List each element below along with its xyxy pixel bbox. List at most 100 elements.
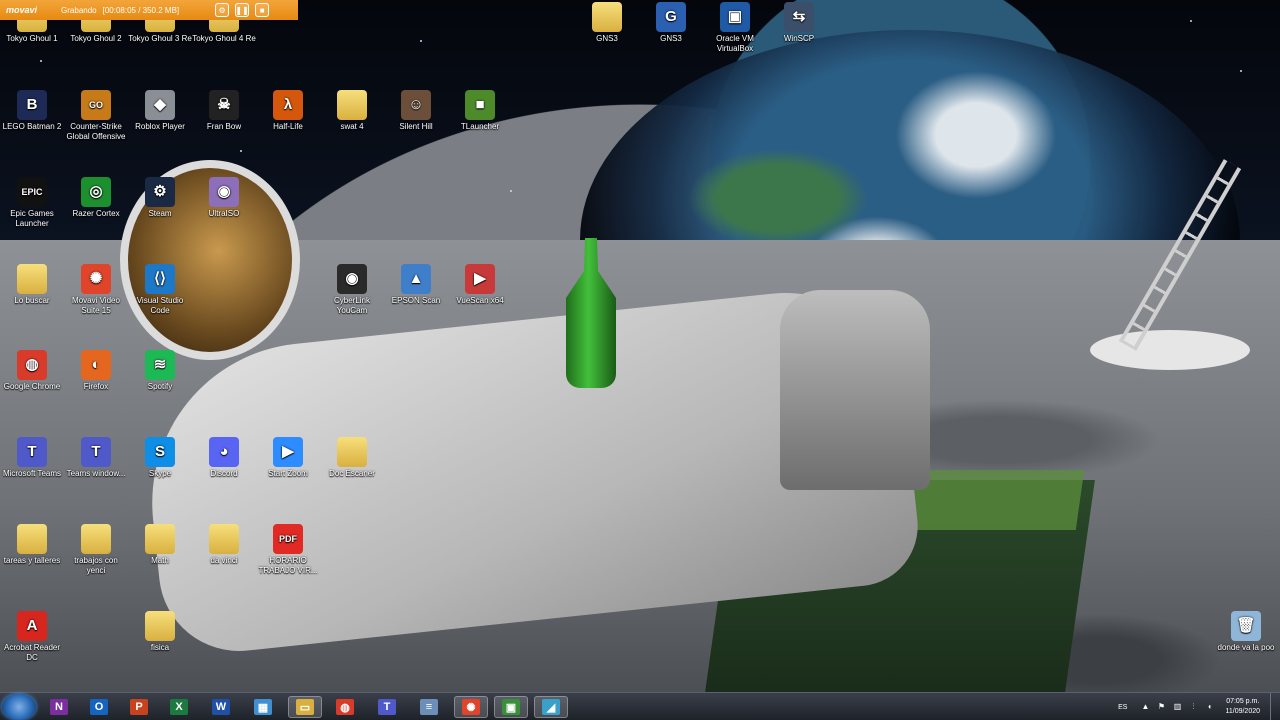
desktop-icon-tareas-y-talleres[interactable]: tareas y talleres: [0, 524, 64, 566]
desktop-icon-fisica[interactable]: fisica: [128, 611, 192, 653]
action-center-icon[interactable]: ⚑: [1155, 702, 1167, 712]
desktop-icon-razer-cortex[interactable]: ◎ Razer Cortex: [64, 177, 128, 219]
taskbar-control-panel[interactable]: ▦: [246, 696, 280, 718]
desktop-icon-label: CyberLink YouCam: [333, 296, 370, 315]
desktop-icon-firefox[interactable]: ◐ Firefox: [64, 350, 128, 392]
desktop-icon-silent-hill[interactable]: ☺ Silent Hill: [384, 90, 448, 132]
show-desktop-button[interactable]: [1270, 693, 1280, 720]
vuescan-icon: ▶: [465, 264, 495, 294]
desktop-icon-horario-trabajo[interactable]: PDF HORARIO TRABAJO VIR...: [256, 524, 320, 576]
desktop-icon-label: Razer Cortex: [72, 209, 120, 218]
notepad-icon: ≡: [420, 699, 438, 715]
settings-icon[interactable]: ⚙: [215, 3, 230, 17]
desktop-icon-label: Doc Escaner: [329, 469, 375, 478]
desktop-icon-epic-games-launcher[interactable]: EPIC Epic Games Launcher: [0, 177, 64, 229]
desktop-icon-spotify[interactable]: ≋ Spotify: [128, 350, 192, 392]
star: [240, 150, 242, 152]
taskbar-word[interactable]: W: [204, 696, 238, 718]
skype-icon: S: [145, 437, 175, 467]
desktop-icon-visual-studio-code[interactable]: ⟨⟩ Visual Studio Code: [128, 264, 192, 316]
taskbar-file-explorer[interactable]: ▭: [288, 696, 322, 718]
desktop-icon-winscp[interactable]: ⇆ WinSCP: [767, 2, 831, 44]
desktop-icon-swat-4[interactable]: swat 4: [320, 90, 384, 132]
desktop-icon-fran-bow[interactable]: ☠ Fran Bow: [192, 90, 256, 132]
onenote-icon: N: [50, 699, 68, 715]
clock[interactable]: 07:05 p.m. 11/09/2020: [1225, 697, 1260, 717]
taskbar-outlook[interactable]: O: [82, 696, 116, 718]
pause-icon[interactable]: ❚❚: [235, 3, 250, 17]
desktop-icon-movavi-video-suite[interactable]: ✺ Movavi Video Suite 15: [64, 264, 128, 316]
taskbar-excel[interactable]: X: [162, 696, 196, 718]
desktop-icon-donde-va-la-popo[interactable]: 🗑 donde va la poo: [1214, 611, 1278, 653]
desktop-icon-da-vinci[interactable]: da vinci: [192, 524, 256, 566]
taskbar-notepad[interactable]: ≡: [412, 696, 446, 718]
desktop-icon-google-chrome[interactable]: ◍ Google Chrome: [0, 350, 64, 392]
desktop-icon-vuescan[interactable]: ▶ VueScan x64: [448, 264, 512, 306]
desktop-icon-label: Movavi Video Suite 15: [72, 296, 120, 315]
desktop-icon-start-zoom[interactable]: ▶ Start Zoom: [256, 437, 320, 479]
desktop-icon-lego-batman-2[interactable]: B LEGO Batman 2: [0, 90, 64, 132]
show-hidden-icons[interactable]: ▲: [1139, 702, 1151, 712]
microsoft-teams-icon: T: [17, 437, 47, 467]
teams-icon: T: [378, 699, 396, 715]
desktop-icon-label: Epic Games Launcher: [10, 209, 54, 228]
acrobat-reader-dc-icon: A: [17, 611, 47, 641]
desktop-icon-skype[interactable]: S Skype: [128, 437, 192, 479]
desktop-icon-gns3-app[interactable]: G GNS3: [639, 2, 703, 44]
silent-hill-icon: ☺: [401, 90, 431, 120]
taskbar-powerpoint[interactable]: P: [122, 696, 156, 718]
lego-batman-2-icon: B: [17, 90, 47, 120]
system-tray: ES ▲ ⚑ ▥ ⫶ ◖ 07:05 p.m. 11/09/2020: [1118, 693, 1280, 720]
desktop-icon-microsoft-teams[interactable]: T Microsoft Teams: [0, 437, 64, 479]
desktop-icon-label: Teams window...: [66, 469, 126, 478]
network-icon[interactable]: ▥: [1171, 702, 1183, 712]
desktop-icon-label: Spotify: [147, 382, 173, 391]
taskbar-app-window[interactable]: ◢: [534, 696, 568, 718]
desktop-icon-tlauncher[interactable]: ■ TLauncher: [448, 90, 512, 132]
desktop-icon-label: donde va la poo: [1217, 643, 1275, 652]
desktop-icon-label: UltraISO: [208, 209, 240, 218]
desktop-icon-epson-scan[interactable]: ▲ EPSON Scan: [384, 264, 448, 306]
star: [510, 190, 512, 192]
desktop-icon-acrobat-reader-dc[interactable]: A Acrobat Reader DC: [0, 611, 64, 663]
start-zoom-icon: ▶: [273, 437, 303, 467]
desktop-icon-teams-windows[interactable]: T Teams window...: [64, 437, 128, 479]
desktop-icon-label: Microsoft Teams: [2, 469, 62, 478]
language-indicator[interactable]: ES: [1118, 704, 1127, 711]
taskbar-movavi[interactable]: ✺: [454, 696, 488, 718]
cyberlink-youcam-icon: ◉: [337, 264, 367, 294]
desktop-icon-steam[interactable]: ⚙ Steam: [128, 177, 192, 219]
desktop-icon-label: EPSON Scan: [391, 296, 441, 305]
epson-scan-icon: ▲: [401, 264, 431, 294]
desktop-icon-lo-buscar[interactable]: Lo buscar: [0, 264, 64, 306]
folder-icon: [209, 524, 239, 554]
desktop-icon-ultraiso[interactable]: ◉ UltraISO: [192, 177, 256, 219]
desktop-icon-roblox-player[interactable]: ◆ Roblox Player: [128, 90, 192, 132]
desktop-icon-label: GNS3: [660, 34, 682, 43]
firefox-icon: ◐: [81, 350, 111, 380]
oracle-vm-virtualbox-icon: ▣: [720, 2, 750, 32]
desktop-icon-counter-strike-go[interactable]: GO Counter-Strike Global Offensive: [64, 90, 128, 142]
taskbar-onenote[interactable]: N: [42, 696, 76, 718]
desktop-icon-discord[interactable]: ◕ Discord: [192, 437, 256, 479]
ultraiso-icon: ◉: [209, 177, 239, 207]
taskbar-teams[interactable]: T: [370, 696, 404, 718]
desktop-icon-cyberlink-youcam[interactable]: ◉ CyberLink YouCam: [320, 264, 384, 316]
chrome-icon: ◍: [336, 699, 354, 715]
taskbar-media[interactable]: ▣: [494, 696, 528, 718]
desktop-icon-trabajos-con-yenci[interactable]: trabajos con yenci: [64, 524, 128, 576]
desktop-icon-oracle-vm-virtualbox[interactable]: ▣ Oracle VM VirtualBox: [703, 2, 767, 54]
desktop-icon-doc-escaner[interactable]: Doc Escaner: [320, 437, 384, 479]
stop-icon[interactable]: ■: [255, 3, 270, 17]
horario-trabajo-icon: PDF: [273, 524, 303, 554]
signal-icon[interactable]: ⫶: [1187, 702, 1199, 712]
desktop-icon-label: WinSCP: [783, 34, 815, 43]
clock-time: 07:05 p.m.: [1226, 698, 1260, 705]
desktop-icon-gns3-folder[interactable]: GNS3: [575, 2, 639, 44]
start-button[interactable]: [2, 694, 36, 720]
desktop-icon-half-life[interactable]: λ Half-Life: [256, 90, 320, 132]
desktop-icon-math[interactable]: Math: [128, 524, 192, 566]
volume-icon[interactable]: ◖: [1203, 702, 1215, 712]
taskbar-chrome[interactable]: ◍: [328, 696, 362, 718]
desktop-icon-label: Tokyo Ghoul 1: [6, 34, 58, 43]
